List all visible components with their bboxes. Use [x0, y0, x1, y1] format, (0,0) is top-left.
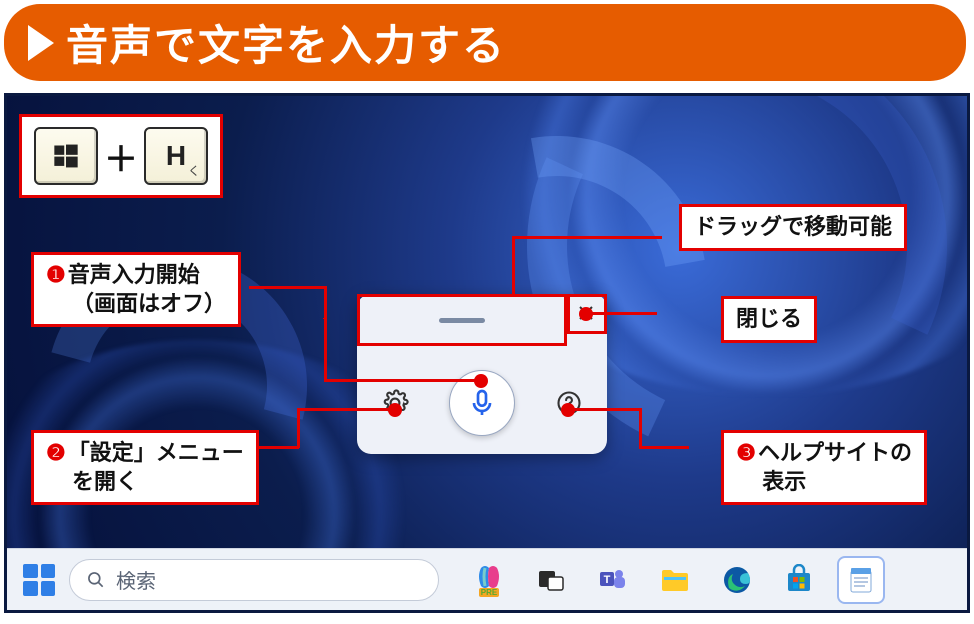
store-icon: [783, 564, 815, 596]
annotation-3: ❸ヘルプサイトの 表示: [721, 430, 927, 505]
microphone-icon: [466, 387, 498, 419]
taskbar: 検索 PRE T: [7, 548, 967, 610]
search-placeholder: 検索: [116, 565, 156, 594]
folder-icon: [658, 563, 692, 597]
annotation-2: ❷「設定」メニュー を開く: [31, 430, 259, 505]
svg-text:T: T: [604, 574, 611, 586]
edge-button[interactable]: [715, 558, 759, 602]
store-button[interactable]: [777, 558, 821, 602]
svg-text:PRE: PRE: [481, 588, 498, 597]
notepad-icon: [845, 564, 877, 596]
play-triangle-icon: [28, 25, 54, 61]
copilot-button[interactable]: PRE: [467, 558, 511, 602]
drag-handle-area[interactable]: [357, 294, 567, 346]
taskview-icon: [536, 565, 566, 595]
notepad-button[interactable]: [839, 558, 883, 602]
section-title: 音声で文字を入力する: [66, 12, 506, 73]
edge-icon: [721, 564, 753, 596]
teams-icon: T: [597, 564, 629, 596]
drag-handle-icon: [439, 318, 485, 323]
annotation-1: ❶音声入力開始 （画面はオフ）: [31, 252, 241, 327]
windows-key: [34, 127, 98, 185]
start-button[interactable]: [17, 558, 61, 602]
section-title-banner: 音声で文字を入力する: [4, 4, 966, 81]
taskbar-search[interactable]: 検索: [69, 559, 439, 601]
search-icon: [86, 570, 106, 590]
taskview-button[interactable]: [529, 558, 573, 602]
h-key: H く: [144, 127, 208, 185]
windows-logo-icon: [52, 142, 80, 170]
key-sublabel: く: [188, 162, 200, 179]
key-label: H: [166, 140, 186, 172]
desktop-screenshot: ＋ H く ドラッグで移動可能 閉じる ❶音声入力開始 （画面はオフ） ❷「設定…: [4, 93, 970, 613]
teams-button[interactable]: T: [591, 558, 635, 602]
explorer-button[interactable]: [653, 558, 697, 602]
plus-sign: ＋: [104, 132, 138, 181]
copilot-icon: PRE: [471, 562, 507, 598]
annotation-close: 閉じる: [721, 296, 817, 343]
annotation-drag: ドラッグで移動可能: [679, 204, 907, 251]
shortcut-key-callout: ＋ H く: [19, 114, 223, 198]
